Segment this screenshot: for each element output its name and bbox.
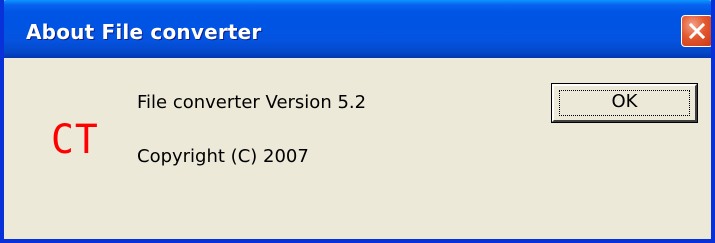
close-icon <box>688 22 706 40</box>
about-dialog-window: About File converter CT File converter V… <box>0 0 715 243</box>
ok-button-label: OK <box>611 91 638 112</box>
dialog-body: CT File converter Version 5.2 Copyright … <box>4 58 711 239</box>
window-title: About File converter <box>26 20 262 44</box>
copyright-text: Copyright (C) 2007 <box>137 146 309 167</box>
close-button[interactable] <box>681 15 711 47</box>
title-bar[interactable]: About File converter <box>4 0 711 58</box>
version-text: File converter Version 5.2 <box>137 92 367 113</box>
app-logo: CT <box>51 117 99 163</box>
ok-button[interactable]: OK <box>551 83 698 123</box>
